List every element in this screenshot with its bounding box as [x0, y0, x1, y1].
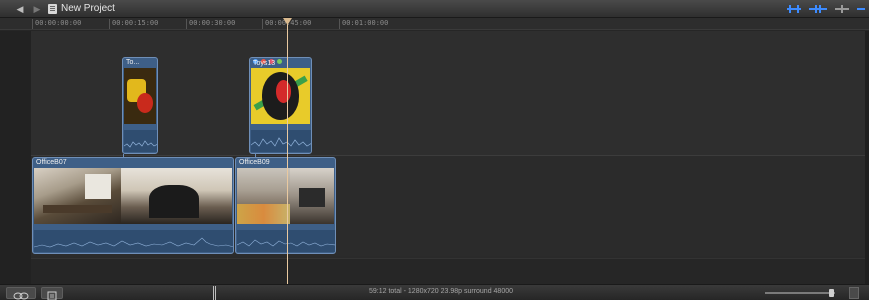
clip-thumbnail	[34, 168, 122, 224]
clip-filmstrip	[251, 68, 310, 124]
forward-arrow-icon[interactable]: ▶	[31, 3, 43, 15]
timecode-ruler[interactable]: 00:00:00:00 00:00:15:00 00:00:30:00 00:0…	[0, 18, 869, 30]
clip-filmstrip	[124, 68, 156, 124]
clip-thumbnail	[290, 168, 334, 224]
index-icon	[13, 292, 29, 300]
clip-filmstrip	[34, 168, 232, 224]
clip-name: OfficeB09	[239, 159, 270, 166]
clip-name: Toys13	[253, 60, 276, 67]
vertical-scrollbar[interactable]	[865, 31, 869, 284]
clip-name: To...	[126, 59, 140, 66]
ruler-timecode: 00:01:00:00	[338, 19, 389, 29]
clip-name: OfficeB07	[36, 159, 67, 166]
clip-filmstrip	[237, 168, 334, 224]
clip-height-icon[interactable]	[849, 287, 859, 299]
playhead[interactable]	[287, 18, 288, 284]
timeline-bottombar: 59:12 total - 1280x720 23.98p surround 4…	[0, 284, 869, 300]
timeline-index-button[interactable]	[6, 287, 36, 300]
zoom-slider-knob[interactable]	[829, 289, 834, 297]
primary-clip[interactable]: OfficeB09	[235, 157, 336, 254]
clip-thumbnail	[124, 68, 156, 124]
timeline-titlebar: ◀ ▶ New Project	[0, 0, 869, 18]
project-icon	[48, 4, 57, 14]
snapping-icon[interactable]	[857, 3, 865, 15]
solo-icon[interactable]	[833, 3, 851, 15]
clip-appearance-icon[interactable]	[785, 3, 803, 15]
ruler-timecode: 00:00:30:00	[185, 19, 236, 29]
zoom-slider[interactable]	[765, 292, 835, 294]
list-view-button[interactable]	[41, 287, 63, 300]
clip-thumbnail	[251, 68, 310, 124]
primary-clip[interactable]: OfficeB07	[32, 157, 234, 254]
clip-thumbnail	[121, 168, 232, 224]
connected-clip[interactable]: Toys13	[249, 57, 312, 154]
marker-dot	[277, 59, 282, 64]
audio-lane	[31, 258, 865, 284]
audio-waveform	[124, 130, 157, 152]
list-icon	[47, 291, 57, 300]
clip-thumbnail	[237, 168, 291, 224]
audio-waveform	[34, 230, 233, 252]
back-arrow-icon[interactable]: ◀	[14, 3, 26, 15]
timeline-position-marker[interactable]	[213, 286, 216, 300]
audio-skimming-icon[interactable]	[809, 3, 827, 15]
audio-waveform	[251, 130, 311, 152]
ruler-timecode: 00:00:15:00	[108, 19, 159, 29]
ruler-timecode: 00:00:00:00	[31, 19, 82, 29]
timeline-gutter	[0, 31, 31, 284]
project-status: 59:12 total - 1280x720 23.98p surround 4…	[369, 288, 514, 295]
timeline-tools	[785, 3, 865, 15]
connected-clip[interactable]: To...	[122, 57, 158, 154]
timeline-area[interactable]: To... Toys13 OfficeB07 OfficeB09	[0, 31, 869, 284]
project-title[interactable]: New Project	[61, 3, 115, 14]
